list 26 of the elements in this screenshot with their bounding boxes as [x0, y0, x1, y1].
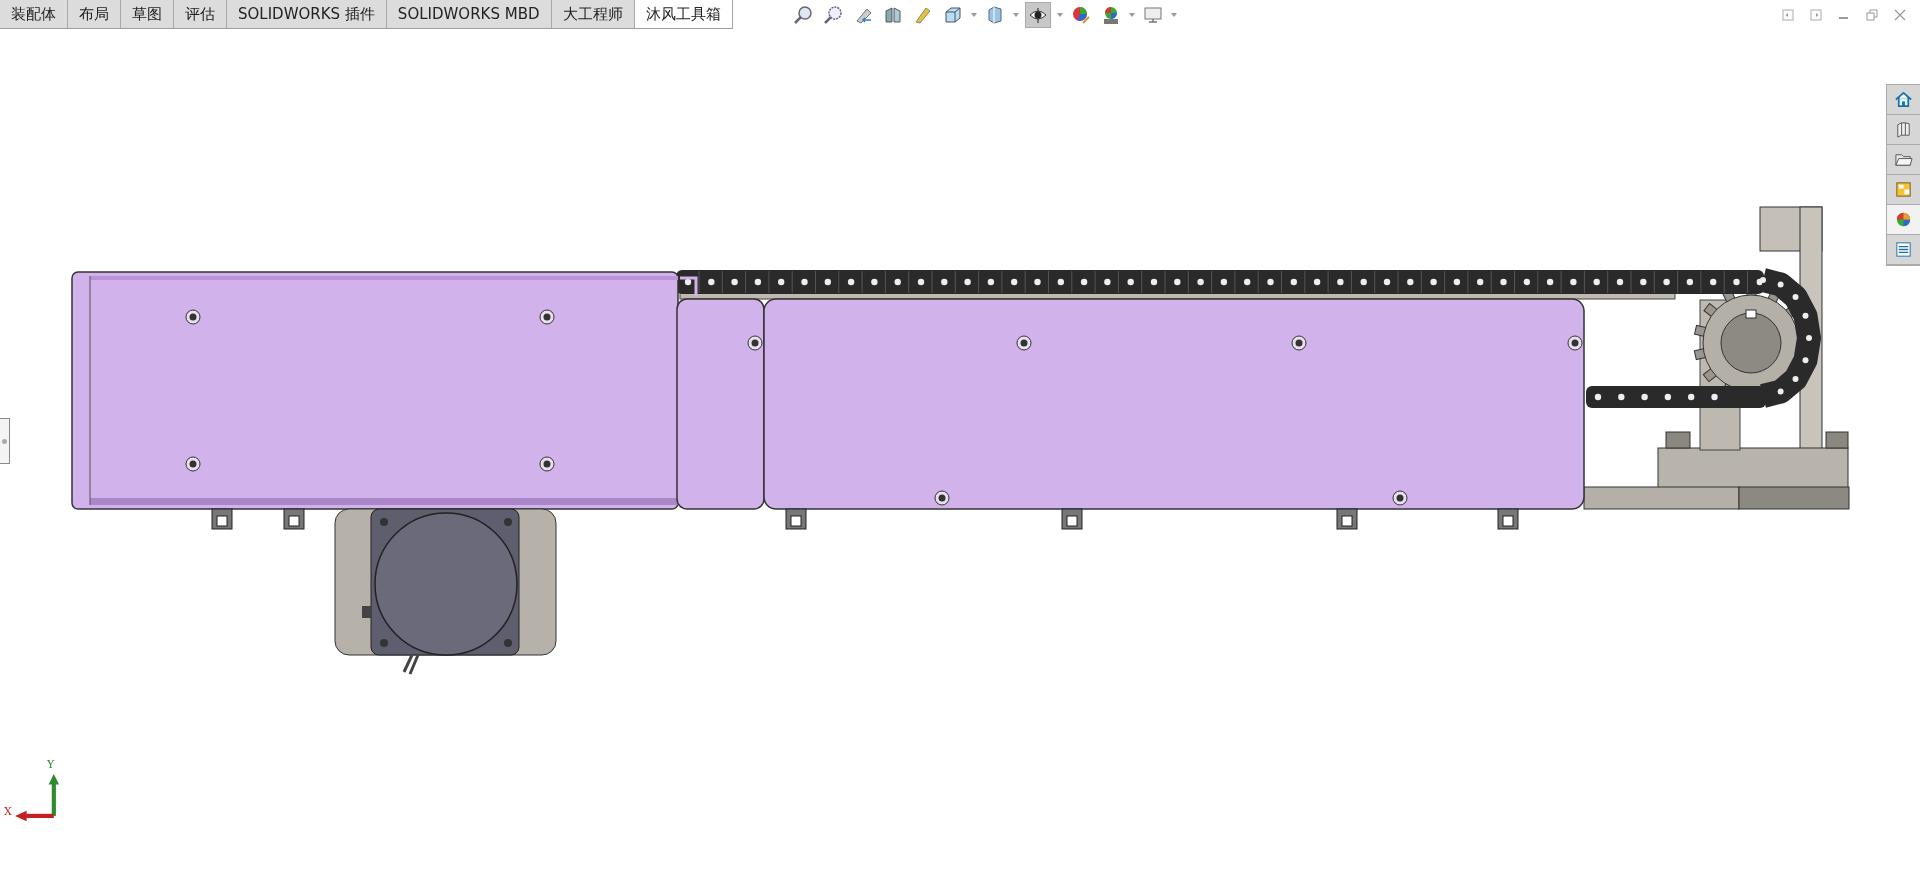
caret-icon[interactable]: [1170, 13, 1177, 17]
caret-icon[interactable]: [1056, 13, 1063, 17]
y-axis-label: Y: [47, 758, 55, 771]
caret-icon[interactable]: [1128, 13, 1135, 17]
home-icon[interactable]: [1887, 85, 1920, 115]
command-tab[interactable]: 草图: [121, 0, 174, 28]
close-icon[interactable]: [1894, 9, 1906, 21]
caret-icon[interactable]: [1012, 13, 1019, 17]
appearances-icon[interactable]: [1887, 205, 1920, 235]
command-tab[interactable]: 评估: [174, 0, 227, 28]
tile-left-icon[interactable]: [1782, 9, 1794, 21]
command-tab[interactable]: 大工程师: [551, 0, 635, 28]
panel-handle[interactable]: [0, 418, 10, 464]
command-tab[interactable]: SOLIDWORKS MBD: [386, 0, 552, 28]
hide-show-items-icon[interactable]: [1024, 2, 1051, 28]
x-axis-label: X: [4, 805, 12, 818]
folder-icon[interactable]: [1887, 145, 1920, 175]
command-tab[interactable]: 布局: [68, 0, 121, 28]
restore-icon[interactable]: [1866, 9, 1878, 21]
properties-list-icon[interactable]: [1887, 235, 1920, 265]
books-icon[interactable]: [1887, 115, 1920, 145]
command-tab[interactable]: 装配体: [0, 0, 68, 28]
tile-right-icon[interactable]: [1810, 9, 1822, 21]
caret-icon[interactable]: [970, 13, 977, 17]
view-palette-icon[interactable]: [1887, 175, 1920, 205]
command-tab[interactable]: SOLIDWORKS 插件: [227, 0, 387, 28]
